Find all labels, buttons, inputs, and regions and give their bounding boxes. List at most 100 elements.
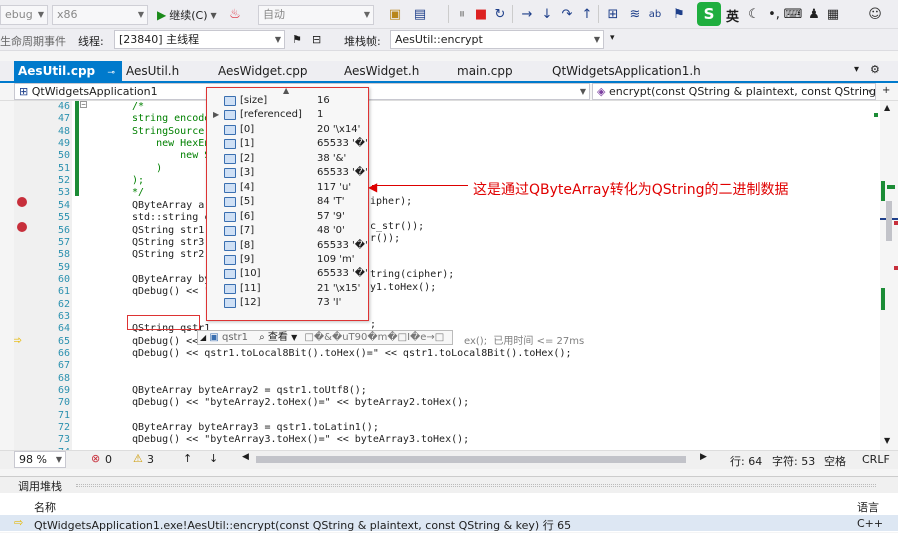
datatip-item-value[interactable]: 117 'u' — [317, 181, 351, 195]
ime-language-label[interactable]: 英 — [726, 6, 739, 25]
horizontal-scroll-thumb[interactable] — [256, 456, 686, 463]
step-over-icon[interactable]: ↷ — [558, 5, 576, 23]
overflow-icon[interactable]: ▾ — [610, 33, 615, 43]
call-stack-row[interactable]: ⇨ QtWidgetsApplication1.exe!AesUtil::enc… — [0, 515, 898, 532]
scroll-up-icon[interactable]: ▲ — [884, 103, 890, 112]
bookmark-icon[interactable]: ⚑ — [670, 5, 688, 23]
user-icon[interactable]: ♟ — [805, 5, 823, 23]
tab-aesutil-h[interactable]: AesUtil.h — [122, 61, 183, 81]
datatip-item-value[interactable]: 48 '0' — [317, 224, 345, 238]
expand-icon[interactable]: ▶ — [213, 108, 219, 122]
lifecycle-events-label[interactable]: 生命周期事件 — [0, 33, 66, 49]
datatip-row[interactable]: [4] 117 'u' — [207, 181, 368, 195]
expand-icon[interactable]: ◢ — [200, 333, 206, 342]
spellcheck-icon[interactable]: ab — [646, 5, 664, 23]
datatip-row[interactable]: [11] 21 '\x15' — [207, 282, 368, 296]
scroll-thumb[interactable] — [886, 201, 892, 241]
datatip-row[interactable]: [10] 65533 '�' — [207, 267, 368, 281]
datatip-item-value[interactable]: 73 'I' — [317, 296, 341, 310]
step-out-icon[interactable]: ↑ — [578, 5, 596, 23]
scroll-down-icon[interactable]: ▼ — [884, 436, 890, 445]
vertical-scrollbar[interactable]: ▲ ▼ — [880, 101, 898, 450]
sogou-ime-icon[interactable]: S — [697, 2, 721, 26]
tab-main-cpp[interactable]: main.cpp — [453, 61, 517, 81]
pin-icon[interactable]: ⊸ — [107, 68, 115, 78]
whitespace-indicator[interactable]: 空格 — [824, 453, 846, 469]
magnifier-icon[interactable]: ⌕ — [259, 332, 265, 343]
breakpoint-icon[interactable] — [17, 222, 27, 232]
datatip-row[interactable]: [0] 20 '\x14' — [207, 123, 368, 137]
restart-icon[interactable]: ↻ — [491, 5, 509, 23]
datatip-item-value[interactable]: 21 '\x15' — [317, 282, 360, 296]
datatip-item-value[interactable]: 65533 '�' — [317, 137, 368, 151]
datatip-row[interactable]: ▶ [referenced] 1 — [207, 108, 368, 122]
moon-icon[interactable]: ☾ — [745, 5, 763, 23]
layout-icon[interactable]: ▤ — [411, 5, 429, 23]
stop-icon[interactable]: ■ — [472, 5, 490, 23]
tab-qtwidgetsapplication1-h[interactable]: QtWidgetsApplication1.h — [548, 61, 705, 81]
datatip-row[interactable]: [3] 65533 '�' — [207, 166, 368, 180]
thread-combo[interactable]: [23840] 主线程 ▼ — [114, 30, 285, 49]
datatip-row[interactable]: [9] 109 'm' — [207, 253, 368, 267]
previous-issue-icon[interactable]: ↑ — [183, 452, 192, 465]
tab-aeswidget-cpp[interactable]: AesWidget.cpp — [214, 61, 312, 81]
datatip-item-value[interactable]: 84 'T' — [317, 195, 345, 209]
datatip-item-value[interactable]: 65533 '�' — [317, 166, 368, 180]
tab-aesutil-cpp[interactable]: AesUtil.cpp ⊸ ✕ — [14, 61, 122, 100]
function-combo[interactable]: ◈ encrypt(const QString & plaintext, con… — [592, 83, 876, 100]
datatip-item-value[interactable]: 1 — [317, 108, 323, 122]
show-next-statement-icon[interactable]: → — [518, 5, 536, 23]
eol-indicator[interactable]: CRLF — [862, 453, 890, 466]
hot-reload-icon[interactable]: ♨ — [226, 5, 244, 23]
stackframe-combo[interactable]: AesUtil::encrypt ▼ — [390, 30, 604, 49]
chevron-down-icon[interactable]: ▼ — [291, 333, 297, 342]
zoom-combo[interactable]: 98 % ▼ — [14, 451, 66, 468]
keyboard-icon[interactable]: ⌨ — [784, 5, 803, 23]
scroll-left-icon[interactable]: ◀ — [242, 452, 249, 462]
grid-icon[interactable]: ▦ — [824, 5, 842, 23]
datatip-row[interactable]: [size] 16 — [207, 94, 368, 108]
column-header-name[interactable]: 名称 — [34, 499, 56, 515]
feedback-icon[interactable]: ☺ — [866, 5, 884, 23]
datatip-item-value[interactable]: 65533 '�' — [317, 267, 368, 281]
datatip-row[interactable]: [7] 48 '0' — [207, 224, 368, 238]
error-icon[interactable]: ⊗ — [91, 452, 100, 465]
breakpoint-icon[interactable] — [17, 197, 27, 207]
process-combo[interactable]: 自动 ▼ — [258, 5, 374, 25]
step-into-icon[interactable]: ↓ — [538, 5, 556, 23]
scroll-up-icon[interactable]: ▲ — [283, 86, 289, 95]
warning-icon[interactable]: ⚠ — [133, 452, 143, 465]
punctuation-icon[interactable]: •, — [765, 5, 783, 23]
scroll-right-icon[interactable]: ▶ — [700, 452, 707, 462]
tab-dropdown-icon[interactable]: ▾ — [854, 64, 859, 75]
thread-icon[interactable]: ≋ — [626, 5, 644, 23]
visualizer-button[interactable]: 查看 — [268, 332, 288, 343]
datatip-item-value[interactable]: 16 — [317, 94, 330, 108]
platform-combo[interactable]: x86 ▼ — [52, 5, 148, 25]
collapse-icon[interactable]: − — [80, 101, 87, 108]
datatip-expansion[interactable]: [size] 16 ▶ [referenced] 1 [0] 20 '\x14' [1] 655… — [206, 86, 369, 321]
datatip-row[interactable]: [6] 57 '9' — [207, 210, 368, 224]
hex-display-icon[interactable]: ⊞ — [604, 5, 622, 23]
continue-button[interactable]: ▶ 继续(C) ▼ — [157, 6, 217, 24]
tab-aeswidget-h[interactable]: AesWidget.h — [340, 61, 423, 81]
datatip-item-value[interactable]: 38 '&' — [317, 152, 346, 166]
pause-icon[interactable]: ⏸ — [453, 5, 471, 23]
datatip-item-value[interactable]: 65533 '�' — [317, 239, 368, 253]
solution-config-combo[interactable]: ebug ▼ — [0, 5, 48, 25]
flag-icon[interactable]: ⚑ — [292, 33, 302, 46]
column-header-language[interactable]: 语言 — [857, 499, 879, 515]
datatip-row[interactable]: [8] 65533 '�' — [207, 239, 368, 253]
next-issue-icon[interactable]: ↓ — [209, 452, 218, 465]
variable-datatip-header[interactable]: ◢ ▣ qstr1 ⌕ 查看 ▼ □�&�uT90�m�□I�e→□ — [197, 330, 453, 345]
filter-icon[interactable]: ⊟ — [312, 33, 321, 46]
split-icon[interactable]: + — [882, 85, 890, 96]
settings-gear-icon[interactable]: ⚙ — [870, 63, 880, 76]
folder-icon[interactable]: ▣ — [386, 5, 404, 23]
code-editor[interactable]: ⇨ − 46 /* 47 string encoded 48 StringSource(c… — [14, 101, 880, 450]
datatip-item-value[interactable]: 20 '\x14' — [317, 123, 360, 137]
datatip-item-value[interactable]: 109 'm' — [317, 253, 355, 267]
datatip-item-value[interactable]: 57 '9' — [317, 210, 345, 224]
datatip-row[interactable]: [12] 73 'I' — [207, 296, 368, 310]
datatip-row[interactable]: [5] 84 'T' — [207, 195, 368, 209]
